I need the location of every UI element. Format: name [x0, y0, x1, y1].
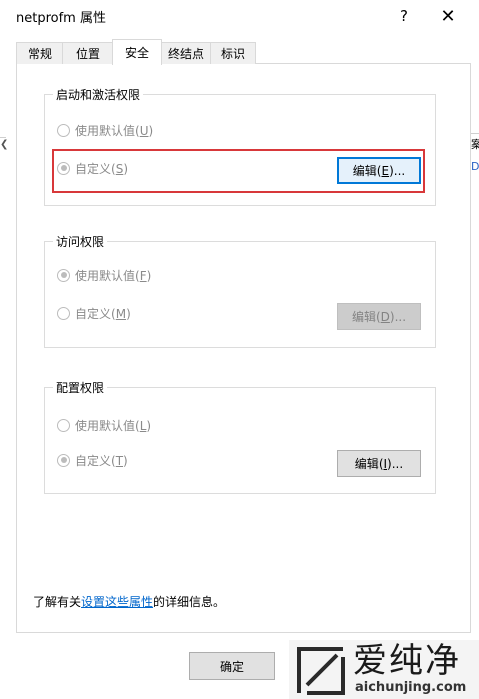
- radio-button-checked[interactable]: [57, 268, 70, 282]
- background-window-left-edge: ❮: [0, 137, 9, 178]
- tab-general[interactable]: 常规: [16, 42, 64, 64]
- radio-button[interactable]: [57, 123, 70, 137]
- title-bar: netprofm 属性 ? ✕: [0, 0, 479, 32]
- chevron-left-icon: ❮: [0, 139, 9, 150]
- radio-button[interactable]: [57, 306, 70, 320]
- radio-config-default[interactable]: 使用默认值(L): [57, 416, 151, 434]
- close-button[interactable]: ✕: [430, 4, 466, 28]
- group-title-config: 配置权限: [53, 379, 108, 396]
- edit-config-button[interactable]: 编辑(I)...: [337, 450, 421, 477]
- radio-label: 自定义(T): [75, 453, 128, 468]
- group-access-permissions: 访问权限 使用默认值(F) 自定义(M) 编辑(D)...: [44, 233, 436, 348]
- ok-button[interactable]: 确定: [189, 652, 275, 680]
- background-text-2: D: [471, 160, 479, 173]
- watermark: 爱纯净 aichunjing.com: [289, 640, 479, 699]
- radio-config-custom[interactable]: 自定义(T): [57, 451, 128, 469]
- learn-more-link[interactable]: 设置这些属性: [81, 595, 153, 609]
- tab-endpoints[interactable]: 终结点: [160, 42, 212, 64]
- properties-dialog: netprofm 属性 ? ✕ ❮ 案 D 常规 位置 安全 终结点 标识 启动…: [0, 0, 479, 699]
- radio-label: 使用默认值(U): [75, 123, 154, 138]
- background-window-right-edge: 案 D: [470, 133, 479, 184]
- watermark-logo-icon: [297, 647, 345, 695]
- radio-access-default[interactable]: 使用默认值(F): [57, 266, 151, 284]
- background-text-1: 案: [471, 136, 479, 152]
- close-icon: ✕: [440, 5, 456, 27]
- info-text: 了解有关设置这些属性的详细信息。: [33, 595, 226, 609]
- radio-button[interactable]: [57, 418, 70, 432]
- edit-access-button[interactable]: 编辑(D)...: [337, 303, 421, 330]
- highlight-annotation: [52, 149, 425, 193]
- help-button[interactable]: ?: [386, 4, 422, 28]
- radio-launch-default[interactable]: 使用默认值(U): [57, 121, 153, 139]
- group-title-launch: 启动和激活权限: [53, 86, 144, 103]
- radio-label: 使用默认值(L): [75, 418, 152, 433]
- watermark-text-cn: 爱纯净: [353, 641, 461, 681]
- radio-label: 自定义(M): [75, 306, 131, 321]
- tab-location[interactable]: 位置: [62, 42, 114, 64]
- group-config-permissions: 配置权限 使用默认值(L) 自定义(T) 编辑(I)...: [44, 379, 436, 494]
- radio-label: 使用默认值(F): [75, 268, 152, 283]
- tab-security[interactable]: 安全: [112, 39, 162, 65]
- group-title-access: 访问权限: [53, 233, 108, 250]
- tab-identity[interactable]: 标识: [210, 42, 256, 64]
- radio-button-checked[interactable]: [57, 453, 70, 467]
- radio-access-custom[interactable]: 自定义(M): [57, 304, 131, 322]
- watermark-text-en: aichunjing.com: [355, 680, 467, 695]
- window-title: netprofm 属性: [16, 11, 106, 26]
